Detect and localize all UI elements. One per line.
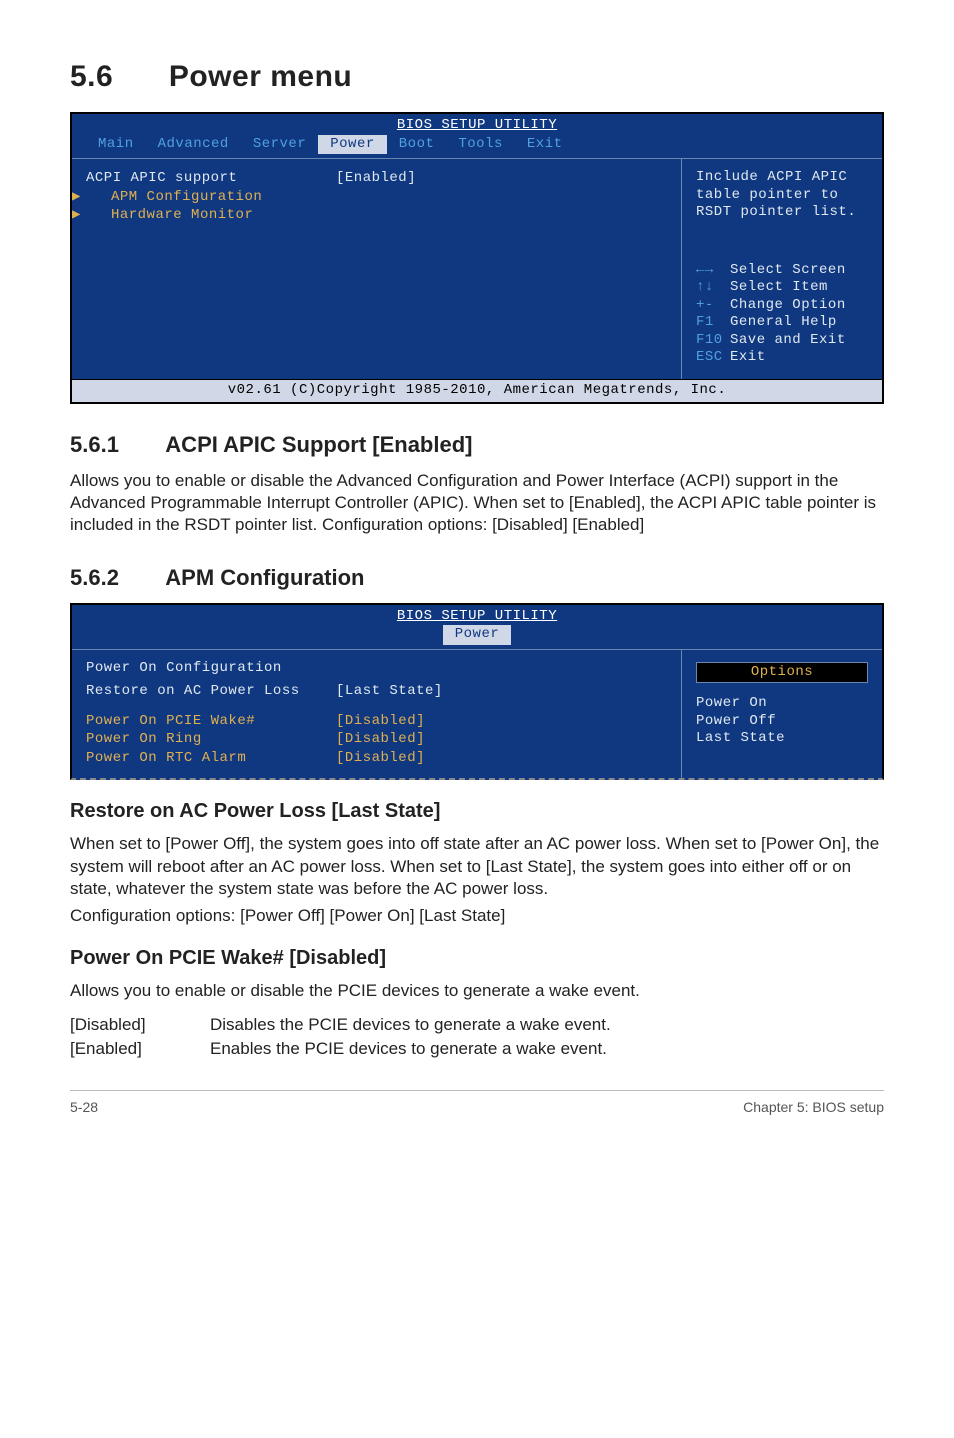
bios-title: BIOS SETUP UTILITY [72, 605, 882, 626]
bios-screen-apm-config: BIOS SETUP UTILITY Power Power On Config… [70, 603, 884, 781]
tab-advanced[interactable]: Advanced [146, 135, 241, 155]
subsection-561-body: Allows you to enable or disable the Adva… [70, 470, 884, 537]
pcie-body: Allows you to enable or disable the PCIE… [70, 980, 884, 1002]
submenu-pointer-icon: ▶ [72, 207, 81, 225]
nav-text: Select Screen [730, 262, 846, 278]
option-item: Power Off [696, 713, 868, 731]
tab-power[interactable]: Power [443, 625, 512, 645]
option-desc: Enables the PCIE devices to generate a w… [210, 1037, 611, 1062]
subsection-562-heading: 5.6.2 APM Configuration [70, 565, 884, 591]
nav-line: ESCExit [696, 349, 868, 367]
option-item: Last State [696, 730, 868, 748]
option-key: [Disabled] [70, 1013, 210, 1038]
bios-row-value: [Last State] [336, 683, 476, 701]
bios-row-label: Power On Ring [86, 731, 336, 749]
bios-help-panel: Include ACPI APICtable pointer toRSDT po… [682, 159, 882, 379]
option-desc: Disables the PCIE devices to generate a … [210, 1013, 611, 1038]
option-item: Power On [696, 695, 868, 713]
nav-line: F10Save and Exit [696, 332, 868, 350]
bios-row-label: Power On RTC Alarm [86, 750, 336, 768]
bios-row-value: [Disabled] [336, 750, 476, 768]
nav-text: General Help [730, 314, 837, 330]
tab-power[interactable]: Power [318, 135, 387, 155]
bios-row-label: Restore on AC Power Loss [86, 683, 336, 701]
nav-key: ←→ [696, 262, 730, 280]
subsection-561-heading: 5.6.1 ACPI APIC Support [Enabled] [70, 432, 884, 458]
bios-row-label: ACPI APIC support [86, 170, 336, 188]
options-banner: Options [696, 662, 868, 684]
nav-line: ←→Select Screen [696, 262, 868, 280]
bios-row[interactable]: Power On Ring[Disabled] [86, 731, 667, 749]
bios-row[interactable]: ▶APM Configuration [86, 189, 667, 207]
bios-help-panel: Options Power OnPower OffLast State [682, 650, 882, 779]
subsection-number: 5.6.1 [70, 432, 160, 458]
chapter-label: Chapter 5: BIOS setup [743, 1099, 884, 1115]
nav-key: ESC [696, 349, 730, 367]
bios-main-panel: Power On Configuration Restore on AC Pow… [72, 650, 682, 779]
section-number: 5.6 [70, 60, 160, 94]
tab-tools[interactable]: Tools [446, 135, 515, 155]
tab-boot[interactable]: Boot [387, 135, 447, 155]
bios-row-value [345, 189, 485, 207]
bios-row[interactable]: Restore on AC Power Loss[Last State] [86, 683, 667, 701]
nav-text: Exit [730, 349, 766, 365]
bios-row-value: [Disabled] [336, 731, 476, 749]
nav-text: Save and Exit [730, 332, 846, 348]
tab-main[interactable]: Main [86, 135, 146, 155]
subsection-title: ACPI APIC Support [Enabled] [165, 432, 472, 457]
nav-key: F10 [696, 332, 730, 350]
nav-key: +- [696, 297, 730, 315]
restore-body: When set to [Power Off], the system goes… [70, 833, 884, 900]
bios-menubar: MainAdvancedServerPowerBootToolsExit [72, 135, 882, 159]
bios-row-label: Power On PCIE Wake# [86, 713, 336, 731]
bios-row-value: [Disabled] [336, 713, 476, 731]
section-title: Power menu [169, 60, 352, 93]
bios-main-panel: ACPI APIC support[Enabled]▶APM Configura… [72, 159, 682, 379]
bios-row[interactable]: Power On PCIE Wake#[Disabled] [86, 713, 667, 731]
subsection-title: APM Configuration [165, 565, 364, 590]
nav-line: +-Change Option [696, 297, 868, 315]
bios-help-text: Include ACPI APICtable pointer toRSDT po… [696, 169, 868, 222]
option-key: [Enabled] [70, 1037, 210, 1062]
bios-row-label: APM Configuration [95, 189, 345, 207]
page-footer: 5-28 Chapter 5: BIOS setup [70, 1090, 884, 1115]
help-line: table pointer to [696, 187, 868, 205]
bios-row-label: Hardware Monitor [95, 207, 345, 225]
nav-key: ↑↓ [696, 279, 730, 297]
table-row: [Enabled]Enables the PCIE devices to gen… [70, 1037, 611, 1062]
nav-line: ↑↓Select Item [696, 279, 868, 297]
bios-footer: v02.61 (C)Copyright 1985-2010, American … [72, 379, 882, 402]
bios-screen-power-menu: BIOS SETUP UTILITY MainAdvancedServerPow… [70, 112, 884, 404]
bios-row[interactable]: ACPI APIC support[Enabled] [86, 170, 667, 188]
bios-menubar: Power [72, 625, 882, 649]
bios-row[interactable]: Power On RTC Alarm[Disabled] [86, 750, 667, 768]
pcie-options-table: [Disabled]Disables the PCIE devices to g… [70, 1013, 611, 1063]
bios-row-value: [Enabled] [336, 170, 476, 188]
bios-title: BIOS SETUP UTILITY [72, 114, 882, 135]
table-row: [Disabled]Disables the PCIE devices to g… [70, 1013, 611, 1038]
restore-heading: Restore on AC Power Loss [Last State] [70, 800, 884, 823]
bios-row-value [345, 207, 485, 225]
tab-exit[interactable]: Exit [515, 135, 575, 155]
section-heading: 5.6 Power menu [70, 60, 884, 94]
restore-config-options: Configuration options: [Power Off] [Powe… [70, 905, 884, 927]
nav-line: F1General Help [696, 314, 868, 332]
page-number: 5-28 [70, 1099, 98, 1115]
submenu-pointer-icon: ▶ [72, 189, 81, 207]
subsection-number: 5.6.2 [70, 565, 160, 591]
bios-nav-help: ←→Select Screen↑↓Select Item+-Change Opt… [696, 262, 868, 367]
options-list: Power OnPower OffLast State [696, 695, 868, 748]
nav-text: Select Item [730, 279, 828, 295]
bios-row[interactable]: ▶Hardware Monitor [86, 207, 667, 225]
help-line: Include ACPI APIC [696, 169, 868, 187]
nav-key: F1 [696, 314, 730, 332]
panel-subtitle: Power On Configuration [86, 660, 667, 678]
nav-text: Change Option [730, 297, 846, 313]
help-line: RSDT pointer list. [696, 204, 868, 222]
pcie-heading: Power On PCIE Wake# [Disabled] [70, 947, 884, 970]
tab-server[interactable]: Server [241, 135, 318, 155]
